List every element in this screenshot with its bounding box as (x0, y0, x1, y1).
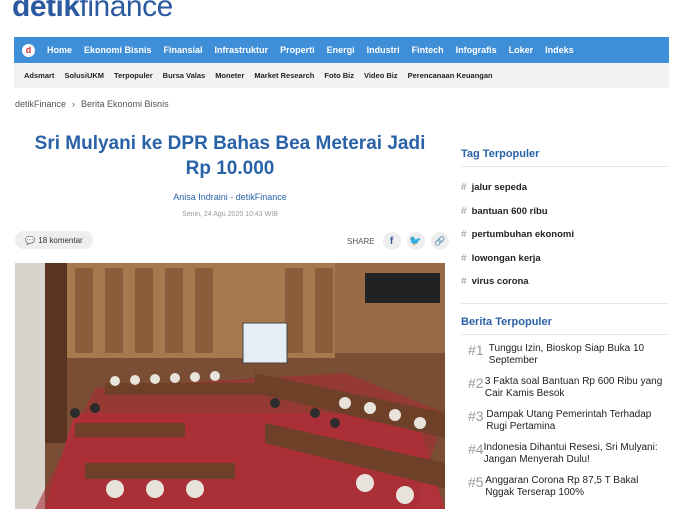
article-title: Sri Mulyani ke DPR Bahas Bea Meterai Jad… (34, 133, 426, 179)
subnav-item-solusiukm[interactable]: SolusiUKM (64, 71, 104, 80)
subnav-item-moneter[interactable]: Moneter (215, 71, 244, 80)
nav-item-fintech[interactable]: Fintech (412, 45, 444, 55)
hashtag-icon: # (461, 182, 467, 194)
share-label: SHARE (347, 236, 375, 246)
nav-item-home[interactable]: Home (47, 45, 72, 55)
subnav-item-bursa-valas[interactable]: Bursa Valas (163, 71, 206, 80)
divider (461, 166, 668, 167)
tag-label: jalur sepeda (471, 182, 528, 194)
subnav-item-video-biz[interactable]: Video Biz (364, 71, 398, 80)
tag-list: # jalur sepeda # bantuan 600 ribu # pertumb… (461, 176, 574, 294)
hashtag-icon: # (461, 252, 467, 264)
subnav-item-perencanaan-keuangan[interactable]: Perencanaan Keuangan (408, 71, 493, 80)
tag-item[interactable]: # virus corona (461, 270, 574, 294)
nav-item-infografis[interactable]: Infografis (456, 45, 497, 55)
subnav-item-foto-biz[interactable]: Foto Biz (324, 71, 354, 80)
tag-label: virus corona (471, 276, 529, 288)
subnav-item-market-research[interactable]: Market Research (254, 71, 314, 80)
comment-bubble-icon: 💬 (25, 235, 36, 245)
nav-item-finansial[interactable]: Finansial (164, 45, 203, 55)
detik-home-icon[interactable]: d (22, 43, 35, 57)
article-date: Senin, 24 Agu 2020 10:43 WIB (182, 211, 278, 218)
tag-item[interactable]: # lowongan kerja (461, 247, 574, 271)
comments-count: 18 komentar (38, 235, 83, 245)
popular-title: 3 Fakta soal Bantuan Rp 600 Ribu yang Ca… (484, 376, 663, 399)
tag-item[interactable]: # bantuan 600 ribu (461, 200, 574, 224)
hashtag-icon: # (461, 205, 467, 217)
nav-item-properti[interactable]: Properti (280, 45, 315, 55)
breadcrumb: detikFinance › Berita Ekonomi Bisnis (15, 99, 169, 109)
detikfinance-logo[interactable]: detikfinance (12, 0, 173, 24)
article-author[interactable]: Anisa Indraini - detikFinance (15, 192, 445, 202)
popular-rank: #5 (468, 474, 484, 490)
nav-item-infrastruktur[interactable]: Infrastruktur (215, 45, 269, 55)
popular-item[interactable]: #3 Dampak Utang Pemerintah Terhadap Rugi … (468, 409, 668, 442)
popular-rank: #3 (468, 408, 484, 424)
popular-rank: #4 (468, 441, 484, 457)
popular-title: Dampak Utang Pemerintah Terhadap Rugi Pe… (486, 409, 652, 432)
nav-item-ekonomi-bisnis[interactable]: Ekonomi Bisnis (84, 45, 152, 55)
divider (461, 334, 668, 335)
nav-item-indeks[interactable]: Indeks (545, 45, 574, 55)
popular-title: Anggaran Corona Rp 87,5 T Bakal Nggak Te… (485, 475, 639, 498)
share-bar: SHARE f 🐦 🔗 (347, 232, 449, 250)
hashtag-icon: # (461, 229, 467, 241)
divider (461, 303, 668, 304)
meeting-room-illustration (15, 263, 445, 509)
berita-terpopuler-heading: Berita Terpopuler (461, 316, 552, 328)
popular-rank: #1 (468, 342, 484, 358)
tag-item[interactable]: # jalur sepeda (461, 176, 574, 200)
popular-item[interactable]: #1 Tunggu Izin, Bioskop Siap Buka 10 Sept… (468, 343, 668, 376)
logo-thin-text: finance (79, 0, 174, 23)
subnav-item-terpopuler[interactable]: Terpopuler (114, 71, 153, 80)
popular-item[interactable]: #5 Anggaran Corona Rp 87,5 T Bakal Nggak … (468, 475, 668, 508)
tag-terpopuler-heading: Tag Terpopuler (461, 148, 540, 160)
popular-item[interactable]: #4 Indonesia Dihantui Resesi, Sri Mulyani… (468, 442, 668, 475)
primary-nav: d Home Ekonomi Bisnis Finansial Infrastr… (14, 37, 669, 63)
nav-item-industri[interactable]: Industri (367, 45, 400, 55)
chevron-right-icon: › (72, 99, 76, 109)
hashtag-icon: # (461, 276, 467, 288)
breadcrumb-item-home[interactable]: detikFinance (15, 99, 66, 109)
article-photo (15, 263, 445, 509)
nav-item-energi[interactable]: Energi (327, 45, 355, 55)
popular-title: Indonesia Dihantui Resesi, Sri Mulyani: … (483, 442, 658, 465)
popular-rank: #2 (468, 375, 484, 391)
comments-button[interactable]: 💬 18 komentar (15, 231, 93, 249)
popular-title: Tunggu Izin, Bioskop Siap Buka 10 Septem… (488, 343, 645, 366)
breadcrumb-item-category[interactable]: Berita Ekonomi Bisnis (81, 99, 169, 109)
tag-label: pertumbuhan ekonomi (471, 229, 574, 241)
subnav-item-adsmart[interactable]: Adsmart (24, 71, 54, 80)
tag-label: bantuan 600 ribu (471, 205, 548, 217)
facebook-share-icon[interactable]: f (382, 232, 401, 250)
nav-item-loker[interactable]: Loker (509, 45, 534, 55)
secondary-nav: Adsmart SolusiUKM Terpopuler Bursa Valas… (14, 63, 669, 88)
copy-link-icon[interactable]: 🔗 (430, 232, 449, 250)
logo-bold-text: detik (12, 0, 80, 23)
tag-label: lowongan kerja (471, 252, 541, 264)
twitter-share-icon[interactable]: 🐦 (406, 232, 425, 250)
popular-list: #1 Tunggu Izin, Bioskop Siap Buka 10 Sept… (468, 343, 668, 508)
popular-item[interactable]: #2 3 Fakta soal Bantuan Rp 600 Ribu yang … (468, 376, 668, 409)
tag-item[interactable]: # pertumbuhan ekonomi (461, 223, 574, 247)
